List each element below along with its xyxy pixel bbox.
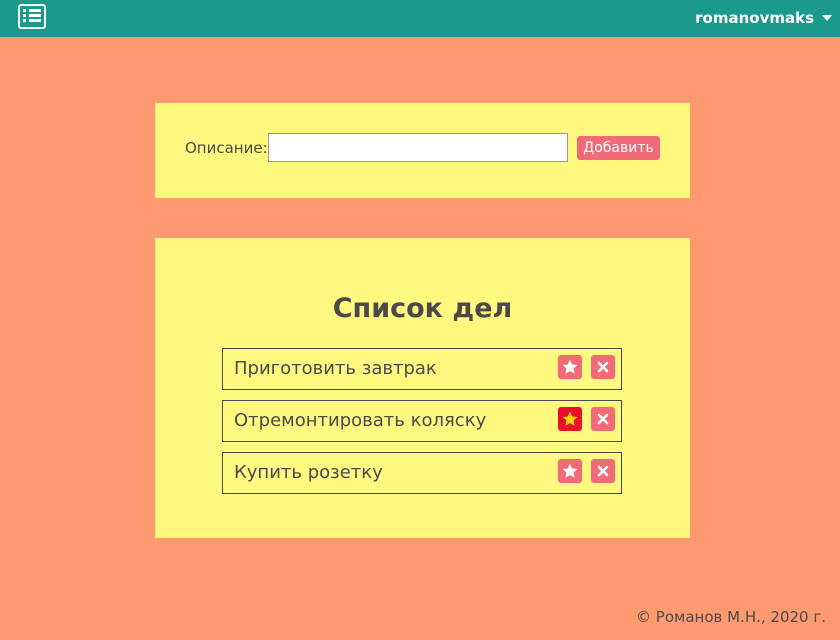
delete-button[interactable] (591, 407, 615, 431)
star-icon (562, 411, 578, 426)
star-icon (562, 463, 578, 478)
delete-button[interactable] (591, 459, 615, 483)
close-icon (597, 361, 609, 373)
star-button[interactable] (558, 355, 582, 379)
close-icon (597, 413, 609, 425)
close-icon (597, 465, 609, 477)
top-navbar: romanovmaks (0, 0, 840, 37)
todo-list-panel: Список дел Приготовить завтрак Отремонти… (155, 238, 690, 538)
description-label: Описание: (185, 139, 268, 157)
todo-item: Отремонтировать коляску (222, 400, 622, 442)
description-input[interactable] (268, 133, 568, 162)
list-icon[interactable] (18, 4, 46, 29)
todo-item: Купить розетку (222, 452, 622, 494)
todo-text: Купить розетку (234, 462, 383, 483)
todo-text: Приготовить завтрак (234, 358, 437, 379)
delete-button[interactable] (591, 355, 615, 379)
star-button[interactable] (558, 459, 582, 483)
add-task-form: Описание: Добавить (155, 103, 690, 198)
todo-text: Отремонтировать коляску (234, 410, 487, 431)
footer-copyright: © Романов М.Н., 2020 г. (636, 608, 826, 626)
todo-item: Приготовить завтрак (222, 348, 622, 390)
list-title: Список дел (332, 293, 513, 324)
caret-down-icon (822, 15, 832, 21)
star-button-active[interactable] (558, 407, 582, 431)
add-button[interactable]: Добавить (577, 136, 660, 160)
user-menu[interactable]: romanovmaks (695, 8, 832, 28)
username: romanovmaks (695, 9, 814, 27)
star-icon (562, 359, 578, 374)
